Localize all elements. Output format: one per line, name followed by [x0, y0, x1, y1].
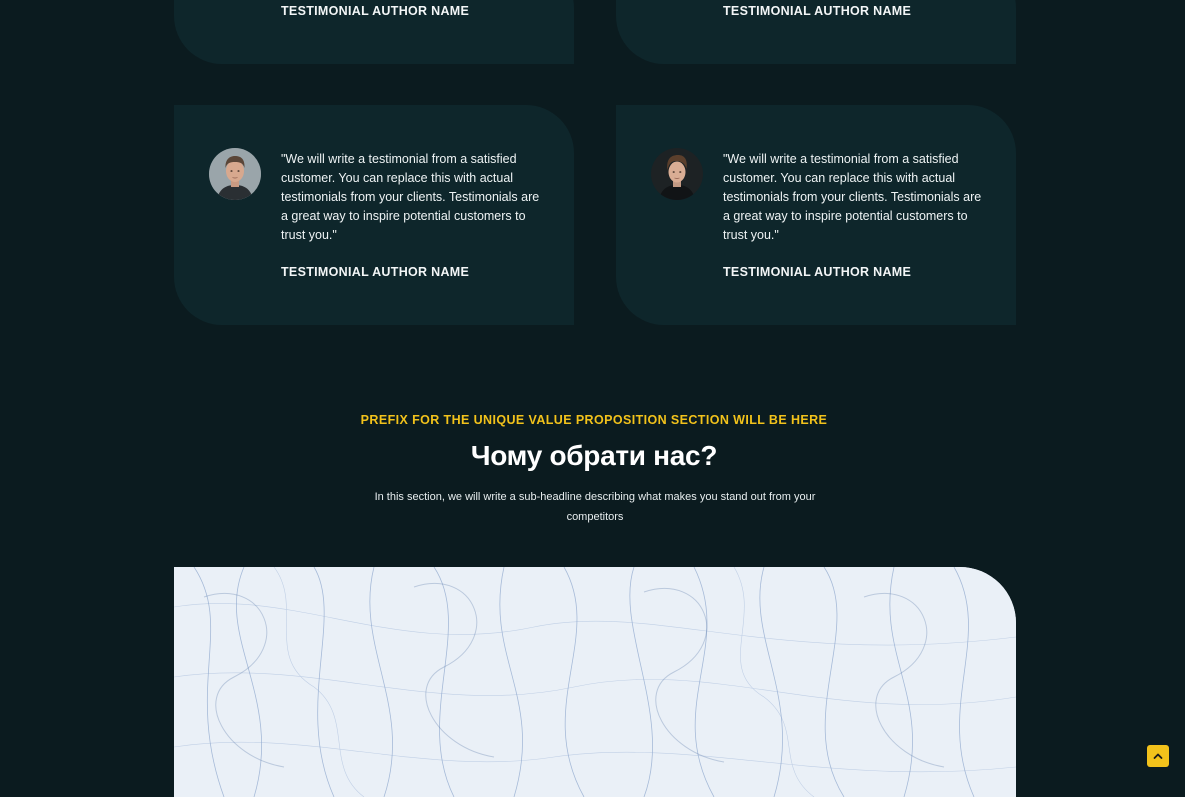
testimonial-avatar — [651, 148, 703, 200]
testimonial-card: TESTIMONIAL AUTHOR NAME — [174, 0, 574, 64]
testimonial-author-name: TESTIMONIAL AUTHOR NAME — [281, 4, 470, 18]
section-prefix: PREFIX FOR THE UNIQUE VALUE PROPOSITION … — [360, 413, 828, 427]
testimonial-quote: "We will write a testimonial from a sati… — [723, 152, 982, 242]
testimonial-card: "We will write a testimonial from a sati… — [174, 105, 574, 325]
testimonial-author-name: TESTIMONIAL AUTHOR NAME — [723, 4, 912, 18]
scroll-to-top-button[interactable] — [1147, 745, 1169, 767]
section-subheadline: In this section, we will write a sub-hea… — [374, 491, 816, 523]
testimonial-card: TESTIMONIAL AUTHOR NAME — [616, 0, 1016, 64]
testimonial-author-name: TESTIMONIAL AUTHOR NAME — [281, 265, 470, 279]
testimonial-card: "We will write a testimonial from a sati… — [616, 105, 1016, 325]
section-headline: Чому обрати нас? — [470, 440, 718, 471]
testimonial-avatar — [209, 148, 261, 200]
man-portrait-avatar-icon — [651, 148, 703, 200]
chevron-up-icon — [1153, 753, 1163, 759]
abstract-smoke-image — [174, 567, 1016, 797]
abstract-waves-graphic — [174, 567, 1016, 797]
man-portrait-avatar-icon — [209, 148, 261, 200]
testimonial-quote: "We will write a testimonial from a sati… — [281, 152, 540, 242]
testimonial-author-name: TESTIMONIAL AUTHOR NAME — [723, 265, 912, 279]
